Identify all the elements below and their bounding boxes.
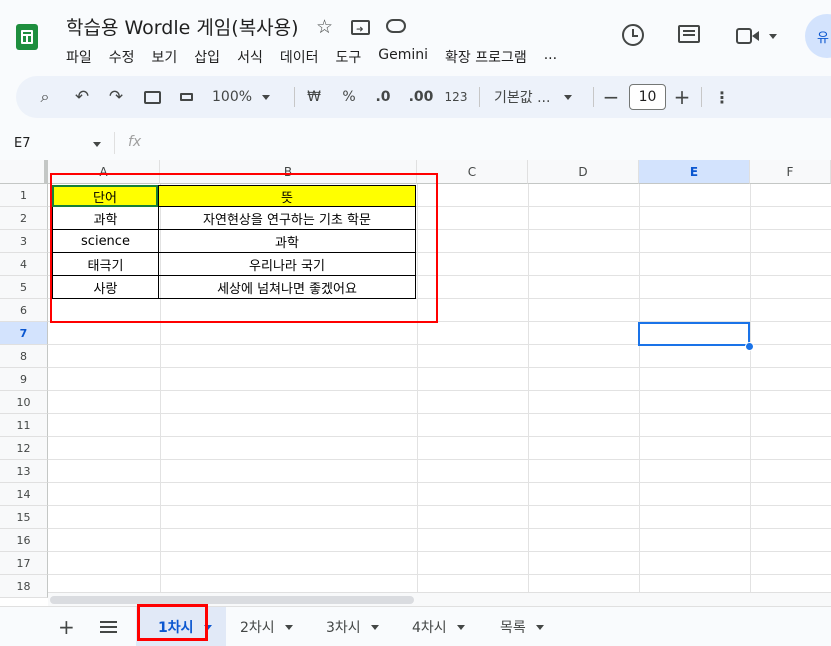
chevron-down-icon: [564, 94, 573, 100]
sheet-tab-3[interactable]: 3차시: [326, 607, 379, 646]
row-header-5[interactable]: 5: [0, 276, 48, 299]
row-header-18[interactable]: 18: [0, 575, 48, 598]
font-size-value: 10: [638, 89, 657, 105]
row-header-10[interactable]: 10: [0, 391, 48, 414]
menu-file[interactable]: 파일: [66, 47, 92, 67]
row-header-12[interactable]: 12: [0, 437, 48, 460]
sheets-logo-icon[interactable]: [16, 24, 38, 50]
menu-gemini[interactable]: Gemini: [378, 47, 428, 67]
row-header-11[interactable]: 11: [0, 414, 48, 437]
formula-input[interactable]: [160, 134, 820, 154]
format-percent-button[interactable]: %: [340, 76, 358, 118]
menu-edit[interactable]: 수정: [109, 47, 135, 67]
name-box[interactable]: E7: [14, 136, 31, 151]
fx-icon: fx: [128, 134, 142, 150]
row-header-2[interactable]: 2: [0, 207, 48, 230]
chevron-down-icon: [456, 624, 465, 630]
meet-icon[interactable]: [736, 28, 752, 44]
menu-format[interactable]: 서식: [237, 47, 263, 67]
row-header-9[interactable]: 9: [0, 368, 48, 391]
account-avatar[interactable]: 유: [805, 14, 831, 58]
column-header-f[interactable]: F: [750, 160, 831, 184]
move-folder-icon[interactable]: ➜: [351, 20, 370, 35]
increase-decimal-button[interactable]: .00: [408, 76, 434, 118]
search-menus-icon[interactable]: ⌕: [34, 76, 56, 118]
version-history-icon[interactable]: [622, 24, 644, 46]
redo-icon[interactable]: ↷: [106, 76, 126, 118]
font-size-input[interactable]: 10: [629, 84, 666, 110]
paint-format-icon[interactable]: [176, 76, 196, 118]
row-header-8[interactable]: 8: [0, 345, 48, 368]
format-currency-button[interactable]: ₩: [305, 76, 323, 118]
row-header-13[interactable]: 13: [0, 460, 48, 483]
annotation-tab-box: [137, 604, 208, 641]
undo-icon[interactable]: ↶: [72, 76, 92, 118]
row-header-14[interactable]: 14: [0, 483, 48, 506]
all-sheets-icon[interactable]: [100, 607, 117, 646]
font-value: 기본값 ...: [494, 90, 551, 106]
row-header-17[interactable]: 17: [0, 552, 48, 575]
sheet-tab-label: 4차시: [412, 620, 447, 636]
row-header-16[interactable]: 16: [0, 529, 48, 552]
menu-data[interactable]: 데이터: [280, 47, 319, 67]
row-header-1[interactable]: 1: [0, 184, 48, 207]
sheet-tab-label: 3차시: [326, 620, 361, 636]
document-title[interactable]: 학습용 Wordle 게임(복사용): [66, 13, 299, 40]
menu-tools[interactable]: 도구: [335, 47, 361, 67]
menu-more[interactable]: ...: [544, 47, 557, 67]
sheet-tab-bar: + 1차시 2차시 3차시 4차시 목록: [0, 604, 831, 646]
font-select[interactable]: 기본값 ...: [494, 76, 584, 118]
row-header-4[interactable]: 4: [0, 253, 48, 276]
scrollbar-thumb[interactable]: [50, 596, 414, 604]
spreadsheet-grid[interactable]: A B C D E F 1 2 3 4 5 6 7 8 9 10 11 12 13 14 15 16 17 18 …: [0, 160, 831, 606]
selected-cell[interactable]: [638, 322, 750, 346]
increase-font-size-icon[interactable]: +: [672, 76, 692, 118]
sheet-tab-5[interactable]: 목록: [500, 607, 544, 646]
chevron-down-icon: [535, 624, 544, 630]
sheet-tab-4[interactable]: 4차시: [412, 607, 465, 646]
chevron-down-icon[interactable]: [769, 34, 777, 39]
avatar-text: 유: [817, 30, 829, 46]
more-vert-icon[interactable]: ⋮: [713, 76, 731, 118]
chevron-down-icon: [370, 624, 379, 630]
annotation-highlight-box: [50, 173, 438, 323]
chevron-down-icon: [284, 624, 293, 630]
select-all-corner[interactable]: [0, 160, 48, 184]
column-header-d[interactable]: D: [528, 160, 639, 184]
chevron-down-icon[interactable]: [93, 142, 101, 147]
add-sheet-icon[interactable]: +: [58, 607, 75, 646]
row-header-15[interactable]: 15: [0, 506, 48, 529]
row-header-3[interactable]: 3: [0, 230, 48, 253]
comments-icon[interactable]: [678, 25, 700, 43]
print-icon[interactable]: [141, 76, 163, 118]
meet-triangle-icon: [752, 31, 759, 41]
more-formats-button[interactable]: 123: [443, 76, 469, 118]
sheets-window: 학습용 Wordle 게임(복사용) ☆ ➜ 파일 수정 보기 삽입 서식 데이…: [0, 0, 831, 646]
star-icon[interactable]: ☆: [316, 16, 333, 38]
sheet-tab-label: 목록: [500, 620, 526, 636]
row-header-7[interactable]: 7: [0, 322, 48, 345]
menu-extensions[interactable]: 확장 프로그램: [445, 47, 527, 67]
zoom-value: 100%: [212, 89, 253, 105]
zoom-select[interactable]: 100%: [212, 76, 287, 118]
chevron-down-icon: [262, 94, 271, 100]
fill-handle[interactable]: [745, 342, 754, 351]
decrease-font-size-icon[interactable]: −: [601, 76, 621, 118]
cloud-status-icon[interactable]: [386, 19, 406, 33]
sheet-tab-2[interactable]: 2차시: [240, 607, 293, 646]
menu-insert[interactable]: 삽입: [194, 47, 220, 67]
column-header-e[interactable]: E: [639, 160, 750, 184]
sheet-tab-label: 2차시: [240, 620, 275, 636]
decrease-decimal-button[interactable]: .0: [372, 76, 394, 118]
menu-view[interactable]: 보기: [152, 47, 178, 67]
menu-bar: 파일 수정 보기 삽입 서식 데이터 도구 Gemini 확장 프로그램 ...: [66, 47, 574, 67]
row-header-6[interactable]: 6: [0, 299, 48, 322]
